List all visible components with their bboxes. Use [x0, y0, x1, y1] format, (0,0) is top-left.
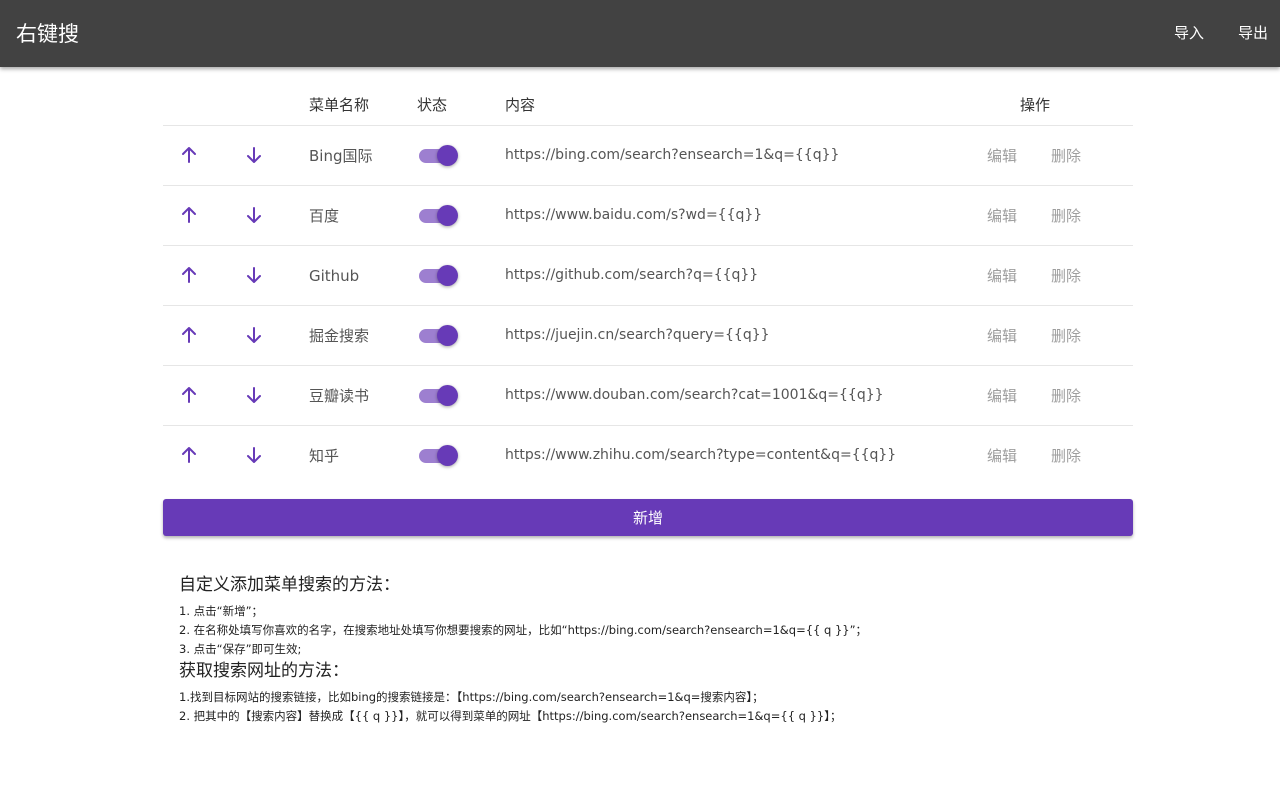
menu-url: https://www.douban.com/search?cat=1001&q…: [505, 387, 884, 403]
menu-name: 豆瓣读书: [309, 387, 370, 405]
edit-button[interactable]: 编辑: [987, 145, 1017, 167]
table-row: 豆瓣读书 https://www.douban.com/search?cat=10…: [163, 366, 1133, 426]
edit-button[interactable]: 编辑: [987, 325, 1017, 347]
arrow-up-icon[interactable]: [179, 145, 199, 165]
arrow-down-icon[interactable]: [244, 265, 264, 285]
menu-name: 掘金搜索: [309, 327, 370, 345]
arrow-down-icon[interactable]: [244, 325, 264, 345]
table-body: Bing国际 https://bing.com/search?ensearch=1…: [163, 126, 1133, 485]
add-help-step: 2. 在名称处填写你喜欢的名字，在搜索地址处填写你想要搜索的网址，比如“http…: [179, 623, 868, 637]
status-toggle[interactable]: [419, 444, 459, 468]
url-help-title: 获取搜索网址的方法：: [179, 661, 349, 681]
menu-name: Github: [309, 267, 360, 285]
export-button[interactable]: 导出: [1238, 22, 1268, 44]
delete-button[interactable]: 删除: [1051, 325, 1081, 347]
edit-button[interactable]: 编辑: [987, 265, 1017, 287]
toggle-knob: [437, 325, 458, 346]
delete-button[interactable]: 删除: [1051, 145, 1081, 167]
top-app-bar: 右键搜 导入 导出: [0, 0, 1280, 67]
top-actions: 导入 导出: [1174, 22, 1268, 44]
toggle-knob: [437, 445, 458, 466]
menu-name: 知乎: [309, 447, 340, 465]
arrow-down-icon[interactable]: [244, 385, 264, 405]
menu-url: https://bing.com/search?ensearch=1&q={{q…: [505, 147, 840, 163]
arrow-down-icon[interactable]: [244, 145, 264, 165]
menu-name: Bing国际: [309, 147, 373, 165]
add-help-step: 1. 点击“新增”；: [179, 604, 264, 618]
arrow-down-icon[interactable]: [244, 445, 264, 465]
menu-url: https://www.zhihu.com/search?type=conten…: [505, 447, 897, 463]
edit-button[interactable]: 编辑: [987, 445, 1017, 467]
table-row: 百度 https://www.baidu.com/s?wd={{q}} 编辑 删除: [163, 186, 1133, 246]
header-actions: 操作: [1020, 96, 1051, 114]
toggle-knob: [437, 385, 458, 406]
import-button[interactable]: 导入: [1174, 22, 1204, 44]
status-toggle[interactable]: [419, 204, 459, 228]
delete-button[interactable]: 删除: [1051, 265, 1081, 287]
add-help-step: 3. 点击“保存”即可生效;: [179, 642, 302, 656]
edit-button[interactable]: 编辑: [987, 205, 1017, 227]
add-help-title: 自定义添加菜单搜索的方法：: [179, 575, 400, 595]
add-menu-button[interactable]: 新增: [163, 499, 1133, 536]
status-toggle[interactable]: [419, 144, 459, 168]
header-content: 内容: [505, 96, 536, 114]
arrow-up-icon[interactable]: [179, 325, 199, 345]
table-row: Github https://github.com/search?q={{q}} 编…: [163, 246, 1133, 306]
toggle-knob: [437, 205, 458, 226]
header-name: 菜单名称: [309, 96, 370, 114]
header-status: 状态: [417, 96, 448, 114]
arrow-down-icon[interactable]: [244, 205, 264, 225]
delete-button[interactable]: 删除: [1051, 385, 1081, 407]
table-row: 掘金搜索 https://juejin.cn/search?query={{q}}…: [163, 306, 1133, 366]
menu-url: https://juejin.cn/search?query={{q}}: [505, 327, 770, 343]
status-toggle[interactable]: [419, 384, 459, 408]
menu-url: https://github.com/search?q={{q}}: [505, 267, 759, 283]
arrow-up-icon[interactable]: [179, 205, 199, 225]
status-toggle[interactable]: [419, 264, 459, 288]
delete-button[interactable]: 删除: [1051, 445, 1081, 467]
table-header: 菜单名称 状态 内容 操作: [163, 85, 1133, 126]
arrow-up-icon[interactable]: [179, 385, 199, 405]
url-help-step: 2. 把其中的【搜索内容】替换成【{{ q }}】，就可以得到菜单的网址【htt…: [179, 709, 842, 723]
toggle-knob: [437, 265, 458, 286]
delete-button[interactable]: 删除: [1051, 205, 1081, 227]
arrow-up-icon[interactable]: [179, 265, 199, 285]
menu-url: https://www.baidu.com/s?wd={{q}}: [505, 207, 763, 223]
app-title: 右键搜: [16, 22, 79, 46]
toggle-knob: [437, 145, 458, 166]
search-menu-table: 菜单名称 状态 内容 操作 Bing国际 https://bing.com/sea…: [163, 85, 1133, 485]
url-help-step: 1.找到目标网站的搜索链接，比如bing的搜索链接是：【https://bing…: [179, 690, 764, 704]
arrow-up-icon[interactable]: [179, 445, 199, 465]
edit-button[interactable]: 编辑: [987, 385, 1017, 407]
help-section: 自定义添加菜单搜索的方法： 1. 点击“新增”； 2. 在名称处填写你喜欢的名字…: [179, 574, 1139, 726]
menu-name: 百度: [309, 207, 340, 225]
table-row: 知乎 https://www.zhihu.com/search?type=cont…: [163, 426, 1133, 485]
table-row: Bing国际 https://bing.com/search?ensearch=1…: [163, 126, 1133, 186]
status-toggle[interactable]: [419, 324, 459, 348]
